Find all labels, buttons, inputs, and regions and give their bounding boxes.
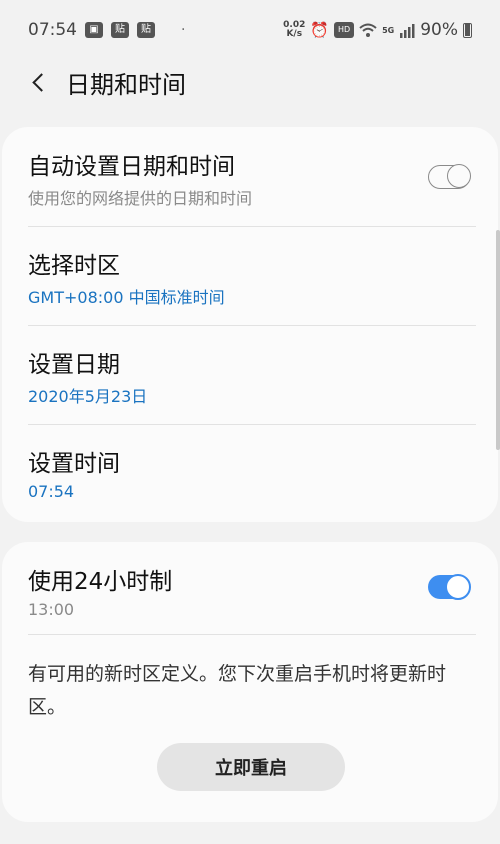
app-bar: 日期和时间 xyxy=(0,60,500,104)
hd-icon: HD xyxy=(334,22,355,38)
divider xyxy=(28,634,476,635)
timezone-update-notice: 有可用的新时区定义。您下次重启手机时将更新时区。 xyxy=(28,663,447,718)
signal-icon xyxy=(400,23,415,38)
set-date-value: 2020年5月23日 xyxy=(28,387,148,406)
24-hour-format-example: 13:00 xyxy=(28,600,75,619)
time-zone-title: 选择时区 xyxy=(28,253,120,279)
set-time-row[interactable]: 设置时间 07:54 xyxy=(2,424,498,523)
more-notifications-dot: · xyxy=(181,22,186,38)
24-hour-format-toggle[interactable] xyxy=(428,574,471,600)
time-format-card: 使用24小时制 13:00 有可用的新时区定义。您下次重启手机时将更新时区。 立… xyxy=(2,542,498,822)
24-hour-format-row[interactable]: 使用24小时制 13:00 xyxy=(2,542,498,641)
time-zone-row[interactable]: 选择时区 GMT+08:00 中国标准时间 xyxy=(2,226,498,325)
24-hour-format-title: 使用24小时制 xyxy=(28,569,173,595)
auto-date-time-toggle[interactable] xyxy=(428,164,471,189)
battery-icon xyxy=(463,22,472,38)
auto-date-time-title: 自动设置日期和时间 xyxy=(28,154,235,180)
time-zone-value: GMT+08:00 中国标准时间 xyxy=(28,288,225,307)
set-date-title: 设置日期 xyxy=(28,352,120,378)
back-button[interactable] xyxy=(18,62,58,102)
set-date-row[interactable]: 设置日期 2020年5月23日 xyxy=(2,325,498,424)
date-time-settings-card: 自动设置日期和时间 使用您的网络提供的日期和时间 选择时区 GMT+08:00 … xyxy=(2,127,498,522)
chevron-left-icon xyxy=(31,72,51,92)
paste-notification-icon-2: 贴 xyxy=(137,22,155,38)
toggle-knob xyxy=(445,574,471,600)
scrollbar[interactable] xyxy=(496,230,500,450)
status-bar: 07:54 ▣ 贴 贴 · 0.02 K/s ⏰ HD 5G 90% xyxy=(0,0,500,60)
gallery-notification-icon: ▣ xyxy=(85,22,103,38)
status-time: 07:54 xyxy=(28,20,77,40)
auto-date-time-row[interactable]: 自动设置日期和时间 使用您的网络提供的日期和时间 xyxy=(2,127,498,226)
paste-notification-icon: 贴 xyxy=(111,22,129,38)
set-time-value: 07:54 xyxy=(28,482,75,501)
battery-percent: 90% xyxy=(420,20,458,40)
wifi-icon xyxy=(359,23,377,37)
set-time-title: 设置时间 xyxy=(28,451,120,477)
alarm-icon: ⏰ xyxy=(310,21,330,39)
network-speed: 0.02 K/s xyxy=(283,20,306,39)
auto-date-time-subtitle: 使用您的网络提供的日期和时间 xyxy=(28,189,253,208)
toggle-knob xyxy=(447,164,471,188)
5g-icon: 5G xyxy=(382,25,395,35)
page-title: 日期和时间 xyxy=(66,70,186,99)
restart-now-button[interactable]: 立即重启 xyxy=(157,743,345,791)
